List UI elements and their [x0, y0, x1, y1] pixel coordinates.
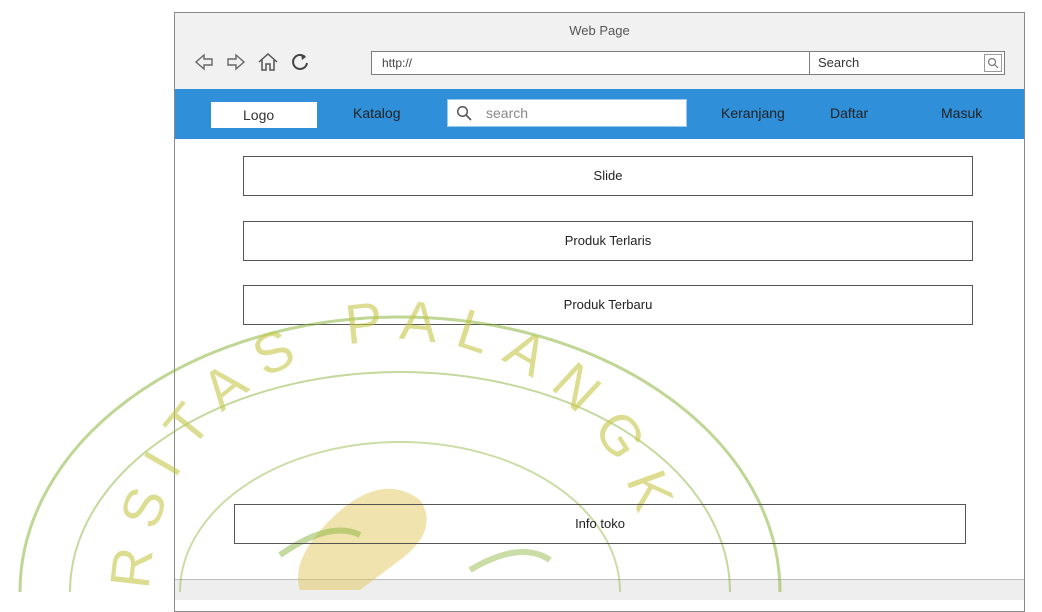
- site-search-input[interactable]: [484, 104, 678, 122]
- browser-bottom-bar: [175, 579, 1024, 600]
- nav-catalog-link[interactable]: Katalog: [353, 105, 400, 121]
- back-button[interactable]: [191, 49, 217, 75]
- slide-section: Slide: [243, 156, 973, 196]
- browser-titlebar: Web Page http:// Search: [175, 13, 1024, 90]
- store-info-section: Info toko: [234, 504, 966, 544]
- site-logo[interactable]: Logo: [211, 102, 317, 128]
- nav-login-link[interactable]: Masuk: [941, 105, 982, 121]
- forward-arrow-icon: [227, 53, 246, 71]
- home-icon: [258, 52, 278, 71]
- browser-search-field[interactable]: Search: [809, 51, 1005, 75]
- window-title: Web Page: [569, 23, 630, 38]
- browser-search-button[interactable]: [984, 54, 1002, 72]
- nav-cart-link[interactable]: Keranjang: [721, 105, 785, 121]
- forward-button[interactable]: [223, 49, 249, 75]
- best-seller-section: Produk Terlaris: [243, 221, 973, 261]
- site-navbar: Logo Katalog Keranjang Daftar Masuk: [175, 89, 1024, 139]
- reload-button[interactable]: [287, 49, 313, 75]
- browser-search-label: Search: [818, 55, 860, 70]
- home-button[interactable]: [255, 49, 281, 75]
- back-arrow-icon: [194, 53, 213, 71]
- nav-register-link[interactable]: Daftar: [830, 105, 868, 121]
- site-search-box[interactable]: [447, 99, 687, 127]
- reload-icon: [292, 54, 308, 70]
- search-icon: [987, 57, 999, 69]
- newest-product-section: Produk Terbaru: [243, 285, 973, 325]
- search-icon: [456, 105, 472, 121]
